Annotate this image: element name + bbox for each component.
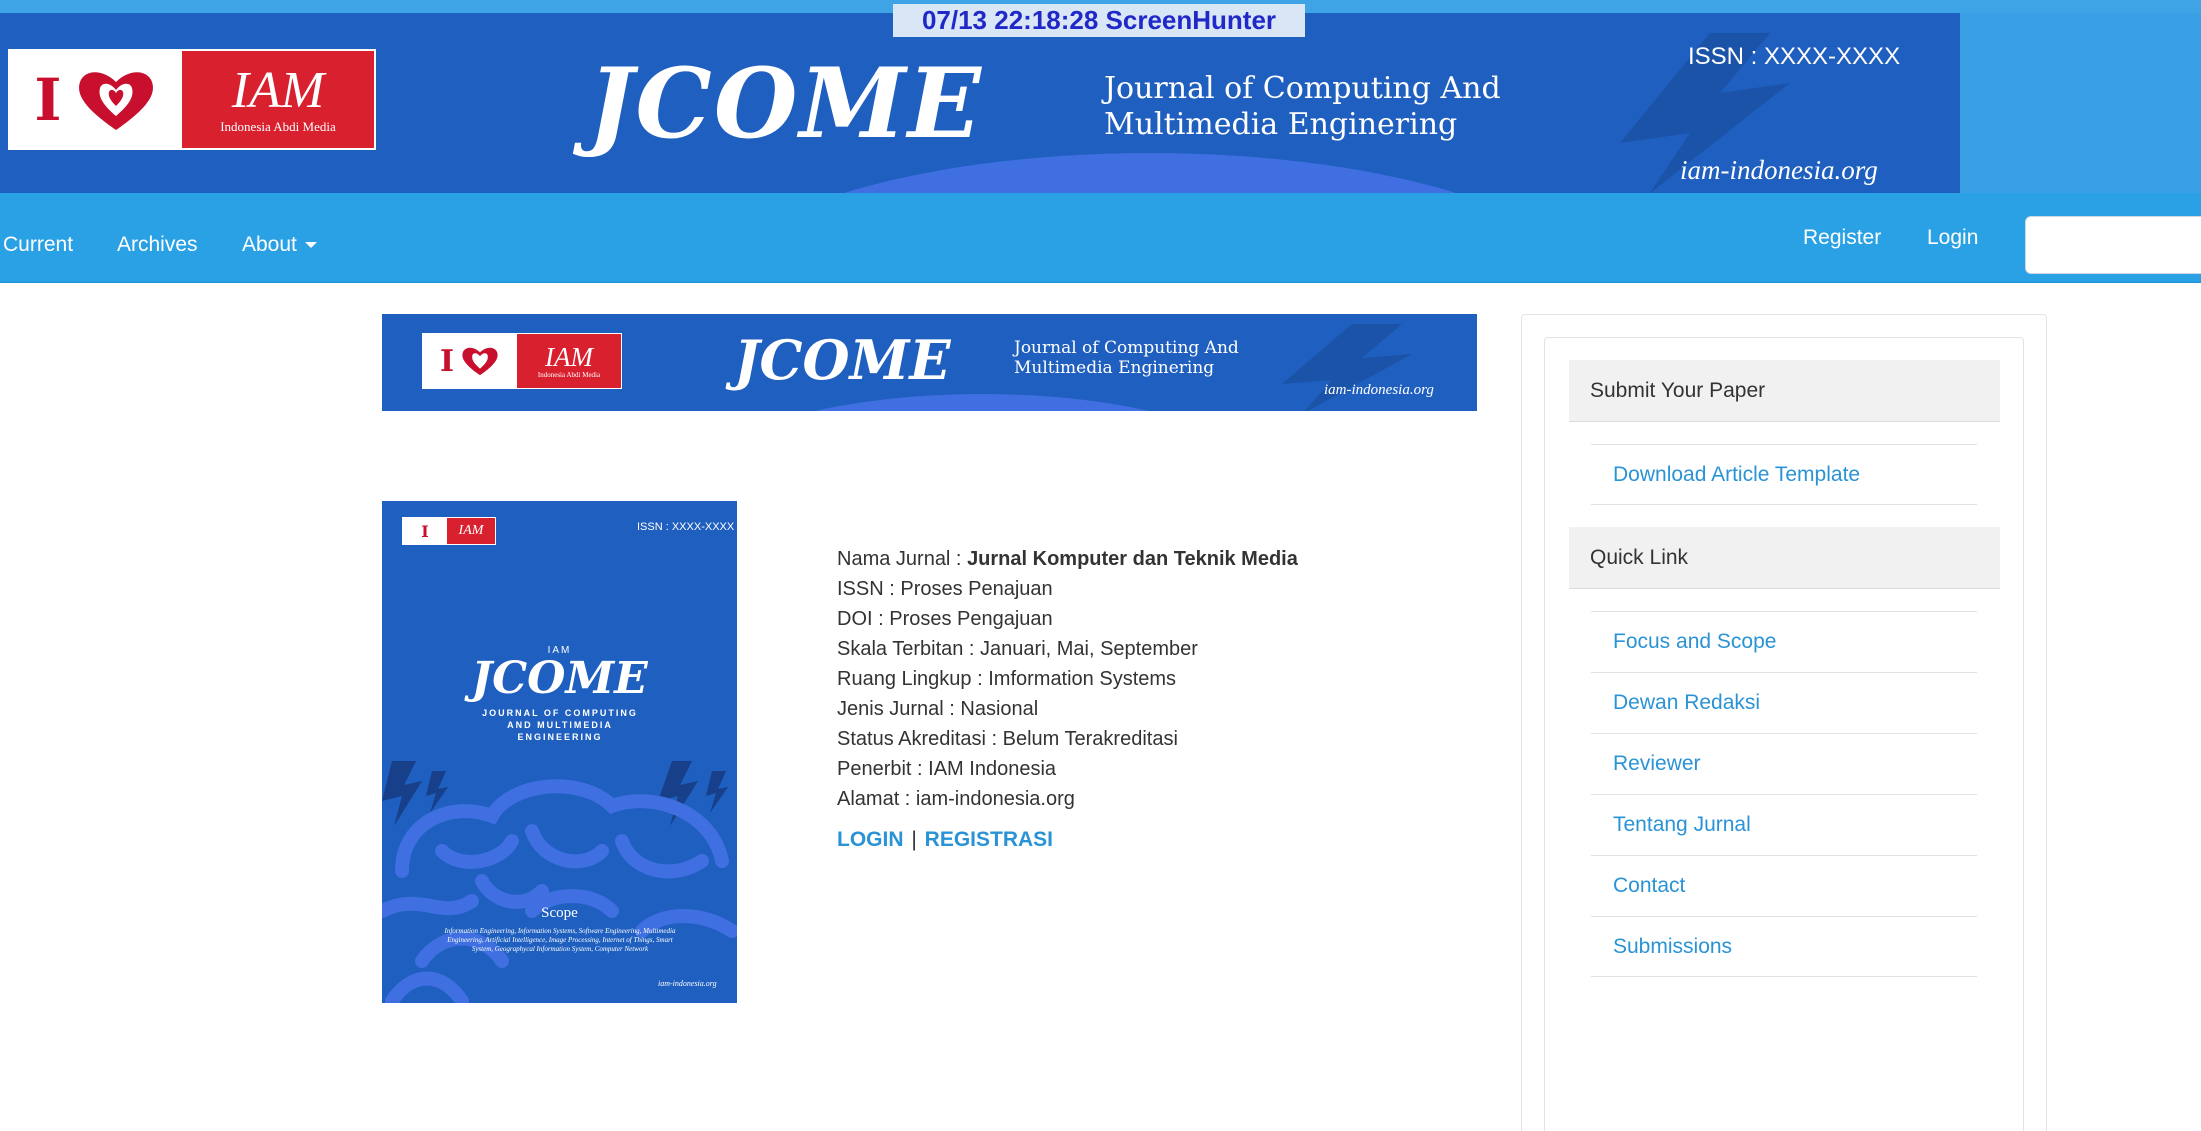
sidebar-link-contact[interactable]: Contact	[1591, 855, 1977, 916]
cover-logo-letter: I	[421, 521, 429, 541]
journal-cover-image: I IAM ISSN : XXXX-XXXX IAM JCOME JOURNAL…	[382, 501, 737, 1003]
registrasi-link[interactable]: REGISTRASI	[925, 828, 1053, 851]
screenhunter-watermark: 07/13 22:18:28 ScreenHunter	[893, 4, 1305, 37]
logo-subtitle: Indonesia Abdi Media	[220, 118, 336, 134]
content-banner-title: JCOME	[734, 328, 951, 392]
cover-scope-heading: Scope	[541, 905, 578, 921]
caret-down-icon	[304, 242, 317, 249]
banner-right-background	[1960, 13, 2201, 193]
cover-logo-white: I	[403, 518, 447, 544]
logo-letter: I	[34, 65, 62, 134]
cover-logo-brand: IAM	[447, 518, 495, 544]
cover-issn: ISSN : XXXX-XXXX	[637, 521, 735, 533]
journal-subtitle: Journal of Computing And Multimedia Engi…	[1104, 71, 1501, 143]
journal-banner: I IAM Indonesia Abdi Media JCOME Journal…	[0, 13, 1960, 193]
nav-archives[interactable]: Archives	[117, 233, 198, 257]
main-navbar: Current Archives About Register Login	[0, 193, 2201, 283]
banner-issn: ISSN : XXXX-XXXX	[1688, 43, 1901, 70]
info-jenis: Jenis Jurnal : Nasional	[837, 698, 1039, 720]
logo-red-part: IAM Indonesia Abdi Media	[182, 51, 374, 148]
nav-about[interactable]: About	[242, 233, 317, 257]
cover-site: iam-indonesia.org	[658, 979, 717, 988]
journal-info: Nama Jurnal : Jurnal Komputer dan Teknik…	[837, 544, 1457, 852]
content-banner-site: iam-indonesia.org	[1324, 382, 1434, 398]
content-banner-logo: I IAM Indonesia Abdi Media	[422, 333, 622, 389]
content-banner-subtitle-line2: Multimedia Enginering	[1014, 358, 1215, 378]
content-banner-logo-white: I	[423, 334, 517, 388]
cover-logo: I IAM	[402, 517, 496, 545]
info-nama-label: Nama Jurnal :	[837, 548, 968, 570]
content-banner-logo-letter: I	[439, 343, 455, 379]
submit-paper-heading: Submit Your Paper	[1569, 360, 2000, 422]
content-banner-logo-subtitle: Indonesia Abdi Media	[537, 370, 601, 379]
content-banner-subtitle: Journal of Computing And Multimedia Engi…	[1014, 338, 1239, 378]
sidebar-link-download-template[interactable]: Download Article Template	[1591, 444, 1977, 505]
heart-logo-icon	[78, 71, 153, 130]
iam-logo[interactable]: I IAM Indonesia Abdi Media	[8, 49, 376, 150]
info-issn: ISSN : Proses Penajuan	[837, 578, 1053, 600]
link-separator: |	[911, 828, 917, 851]
login-link[interactable]: LOGIN	[837, 828, 904, 851]
info-nama-value: Jurnal Komputer dan Teknik Media	[967, 548, 1298, 570]
info-skala: Skala Terbitan : Januari, Mai, September	[837, 638, 1198, 660]
nav-about-label: About	[242, 233, 297, 256]
nav-current[interactable]: Current	[3, 233, 73, 257]
journal-subtitle-line1: Journal of Computing And	[1104, 71, 1501, 106]
heart-logo-icon	[462, 347, 498, 376]
search-input[interactable]	[2025, 216, 2201, 274]
sidebar-link-submissions[interactable]: Submissions	[1591, 916, 1977, 977]
content-banner-arc	[682, 394, 1282, 411]
content-banner-subtitle-line1: Journal of Computing And	[1014, 338, 1239, 358]
banner-site: iam-indonesia.org	[1680, 155, 1878, 185]
info-alamat: Alamat : iam-indonesia.org	[837, 788, 1075, 810]
info-doi: DOI : Proses Pengajuan	[837, 608, 1053, 630]
content-banner-logo-red: IAM Indonesia Abdi Media	[517, 334, 621, 388]
quick-link-heading: Quick Link	[1569, 527, 2000, 589]
brain-illustration	[382, 779, 737, 1003]
sidebar-link-reviewer[interactable]: Reviewer	[1591, 733, 1977, 794]
submit-links-list: Download Article Template	[1591, 444, 1977, 505]
info-ruang-lingkup: Ruang Lingkup : Imformation Systems	[837, 668, 1177, 690]
content-banner-logo-brand: IAM	[545, 341, 593, 372]
content-banner: I IAM Indonesia Abdi Media JCOME Journal…	[382, 314, 1477, 411]
info-nama-jurnal: Nama Jurnal : Jurnal Komputer dan Teknik…	[837, 544, 1457, 574]
logo-white-part: I	[10, 51, 182, 148]
cover-title: JCOME	[471, 653, 648, 704]
sidebar-link-tentang-jurnal[interactable]: Tentang Jurnal	[1591, 794, 1977, 855]
auth-links: LOGIN | REGISTRASI	[837, 828, 1457, 852]
info-status: Status Akreditasi : Belum Terakreditasi	[837, 728, 1178, 750]
quick-links-list: Focus and Scope Dewan Redaksi Reviewer T…	[1591, 611, 1977, 977]
nav-register[interactable]: Register	[1803, 226, 1881, 250]
info-penerbit: Penerbit : IAM Indonesia	[837, 758, 1057, 780]
nav-login[interactable]: Login	[1927, 226, 1978, 250]
journal-title: JCOME	[588, 47, 983, 160]
journal-subtitle-line2: Multimedia Enginering	[1104, 107, 1458, 142]
sidebar-link-dewan-redaksi[interactable]: Dewan Redaksi	[1591, 672, 1977, 733]
logo-brand: IAM	[231, 61, 325, 119]
cover-scope-text: Information Engineering, Information Sys…	[444, 927, 676, 953]
cover-subtitle: JOURNAL OF COMPUTING AND MULTIMEDIA ENGI…	[482, 708, 638, 742]
sidebar-link-focus-scope[interactable]: Focus and Scope	[1591, 611, 1977, 672]
